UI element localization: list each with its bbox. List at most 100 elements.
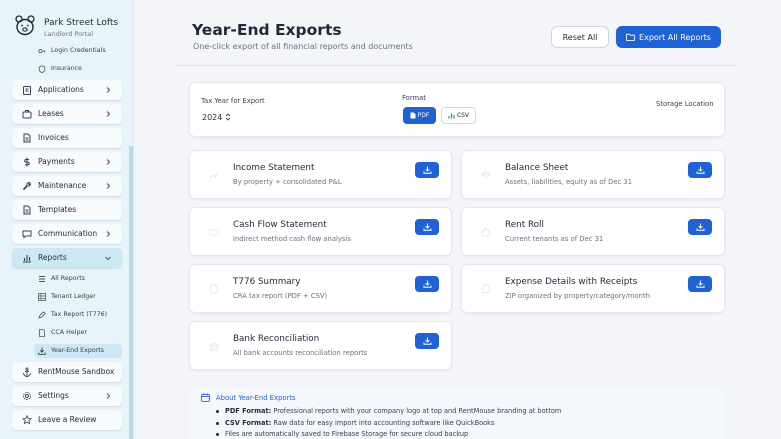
calendar-icon: [201, 393, 210, 402]
about-list: PDF Format: Professional reports with yo…: [213, 407, 561, 439]
download-icon: [696, 280, 704, 288]
about-point: Files are automatically saved to Firebas…: [213, 430, 561, 439]
document-icon: [23, 205, 31, 215]
receipt-icon: [482, 284, 490, 294]
export-all-reports-button[interactable]: Export All Reports: [616, 26, 721, 48]
document-icon: [23, 133, 31, 143]
page-subtitle: One-click export of all financial report…: [193, 42, 413, 51]
sidebar-item-templates[interactable]: Templates: [12, 200, 122, 220]
report-description: All bank accounts reconciliation reports: [233, 349, 368, 357]
sidebar-item-leases[interactable]: Leases: [12, 104, 122, 124]
dollar-icon: [24, 157, 30, 167]
tax-year-select[interactable]: 2024: [202, 110, 240, 124]
report-card-t776-summary: T776 Summary CRA tax report (PDF + CSV): [189, 264, 452, 313]
sidebar-subitem-all-reports[interactable]: All Reports: [34, 272, 122, 286]
sidebar-subitem-label: Insurance: [51, 65, 82, 72]
report-description: By property + consolidated P&L: [233, 178, 342, 186]
sidebar-item-rentmouse-sandbox[interactable]: RentMouse Sandbox: [12, 362, 122, 382]
sidebar-item-label: Settings: [38, 391, 69, 400]
sidebar-item-label: Applications: [38, 85, 84, 94]
brand-subtitle: Landlord Portal: [44, 30, 94, 38]
export-settings-card: Tax Year for Export 2024 Format PDF CSV …: [189, 82, 725, 137]
bank-icon: [209, 341, 219, 351]
sidebar-item-maintenance[interactable]: Maintenance: [12, 176, 122, 196]
report-card-rent-roll: Rent Roll Current tenants as of Dec 31: [461, 207, 725, 256]
download-button[interactable]: [415, 162, 439, 178]
sidebar-item-label: Leave a Review: [38, 415, 97, 424]
sidebar-item-label: Templates: [38, 205, 77, 214]
sidebar-subitem-label: Login Credentials: [51, 47, 106, 54]
sidebar-item-applications[interactable]: Applications: [12, 80, 122, 100]
report-card-income-statement: Income Statement By property + consolida…: [189, 150, 452, 199]
shield-icon: [38, 65, 46, 73]
sidebar-item-payments[interactable]: Payments: [12, 152, 122, 172]
wrench-icon: [22, 182, 31, 191]
star-icon: [22, 415, 32, 425]
format-pdf-button[interactable]: PDF: [403, 107, 436, 124]
sidebar-subitem-tax-report[interactable]: Tax Report (T776): [34, 308, 122, 322]
report-description: Assets, liabilities, equity as of Dec 31: [505, 178, 633, 186]
format-csv-button[interactable]: CSV: [441, 107, 476, 124]
download-icon: [423, 280, 431, 288]
report-title: Balance Sheet: [505, 163, 569, 173]
download-button[interactable]: [688, 219, 712, 235]
sidebar-subitem-insurance[interactable]: Insurance: [34, 62, 122, 76]
download-icon: [696, 223, 704, 231]
format-label: Format: [402, 94, 426, 102]
sidebar-item-reports[interactable]: Reports: [12, 248, 122, 268]
sidebar-subitem-tenant-ledger[interactable]: Tenant Ledger: [34, 290, 122, 304]
sidebar-subitem-year-end-exports[interactable]: Year-End Exports: [34, 344, 122, 358]
report-description: ZIP organized by property/category/month: [505, 292, 650, 300]
report-title: T776 Summary: [233, 277, 301, 287]
report-card-cash-flow: Cash Flow Statement Indirect method cash…: [189, 207, 452, 256]
download-icon: [423, 223, 431, 231]
about-title: About Year-End Exports: [216, 394, 296, 402]
sidebar-subitem-cca-helper[interactable]: CCA Helper: [34, 326, 122, 340]
sidebar: Login Credentials Insurance Park Street …: [0, 0, 134, 439]
about-point: PDF Format: Professional reports with yo…: [213, 407, 561, 419]
sidebar-scrollbar[interactable]: [129, 146, 133, 439]
download-button[interactable]: [415, 333, 439, 349]
report-title: Rent Roll: [505, 220, 544, 230]
document-icon: [210, 284, 218, 294]
chevron-right-icon: [106, 393, 111, 399]
sidebar-item-leave-review[interactable]: Leave a Review: [12, 410, 122, 430]
report-description: Current tenants as of Dec 31: [505, 235, 604, 243]
download-button[interactable]: [688, 276, 712, 292]
download-button[interactable]: [688, 162, 712, 178]
folder-icon: [626, 33, 635, 41]
brand-header: Park Street Lofts Landlord Portal: [0, 0, 133, 46]
reset-all-button[interactable]: Reset All: [551, 26, 609, 48]
sidebar-subitem-login-credentials[interactable]: Login Credentials: [34, 44, 122, 58]
about-point: CSV Format: Raw data for easy import int…: [213, 419, 561, 431]
export-all-label: Export All Reports: [639, 32, 711, 42]
key-icon: [38, 49, 46, 53]
document-icon: [410, 112, 416, 119]
report-card-balance-sheet: Balance Sheet Assets, liabilities, equit…: [461, 150, 725, 199]
bar-chart-icon: [448, 113, 455, 119]
sidebar-item-label: Maintenance: [38, 181, 87, 190]
grid-icon: [38, 293, 46, 301]
page-title: Year-End Exports: [192, 21, 342, 39]
anchor-icon: [23, 367, 31, 377]
list-icon: [39, 276, 45, 282]
about-year-end-exports: About Year-End Exports PDF Format: Profe…: [189, 387, 725, 439]
sidebar-item-label: Reports: [38, 253, 67, 262]
sidebar-item-communication[interactable]: Communication: [12, 224, 122, 244]
sidebar-subitem-label: Year-End Exports: [51, 347, 105, 354]
bar-chart-icon: [23, 255, 31, 263]
sidebar-item-settings[interactable]: Settings: [12, 386, 122, 406]
report-description: CRA tax report (PDF + CSV): [233, 292, 328, 300]
download-button[interactable]: [415, 276, 439, 292]
home-icon: [481, 227, 491, 237]
download-button[interactable]: [415, 219, 439, 235]
sidebar-item-label: Invoices: [38, 133, 69, 142]
header-divider: [176, 65, 737, 66]
report-title: Bank Reconciliation: [233, 334, 320, 344]
file-icon: [39, 329, 45, 337]
download-icon: [423, 166, 431, 174]
briefcase-icon: [22, 110, 32, 119]
sidebar-item-invoices[interactable]: Invoices: [12, 128, 122, 148]
updown-chevron-icon: [226, 113, 231, 121]
report-title: Cash Flow Statement: [233, 220, 327, 230]
